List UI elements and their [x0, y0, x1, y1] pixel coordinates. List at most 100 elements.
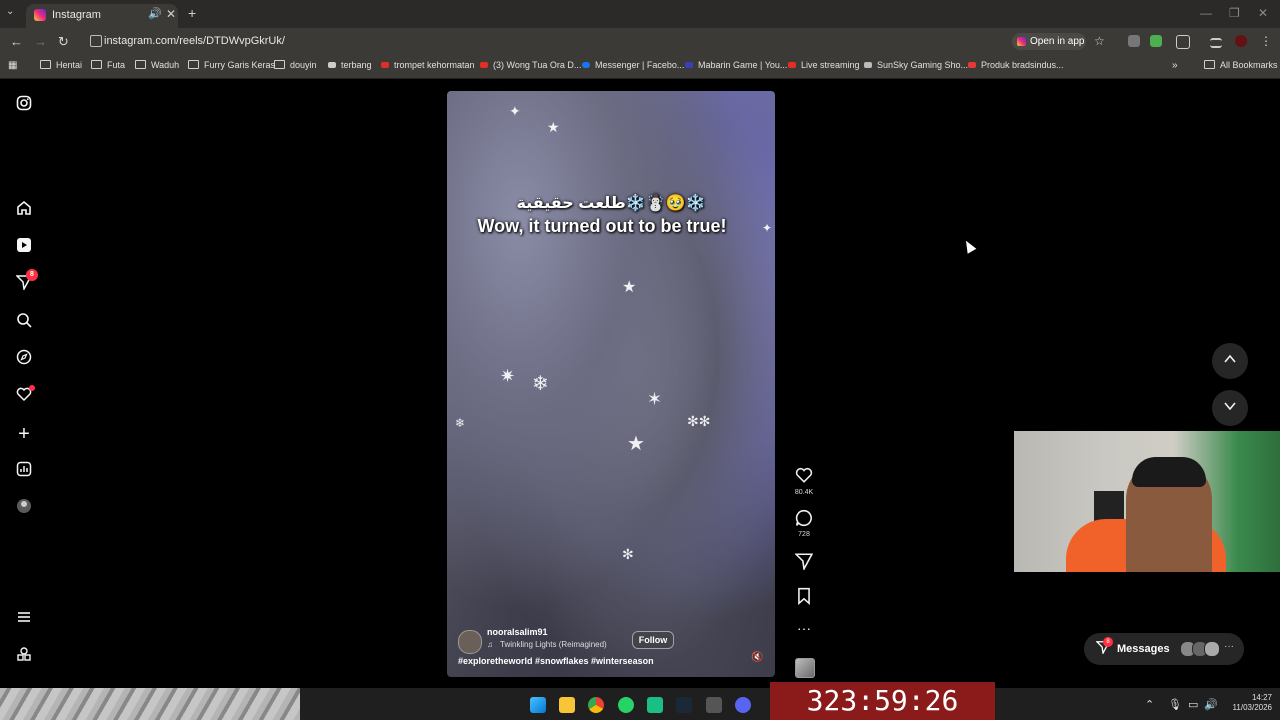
bookmark-star-icon[interactable]: ☆: [1094, 34, 1105, 48]
reload-button[interactable]: ↻: [58, 34, 69, 50]
clock-date: 11/03/2026: [1232, 703, 1272, 712]
url-text[interactable]: instagram.com/reels/DTDWvpGkrUk/: [104, 35, 285, 47]
explore-compass-icon[interactable]: [14, 349, 34, 369]
discord-icon[interactable]: [735, 697, 751, 713]
tab-audio-icon[interactable]: 🔊: [148, 7, 162, 20]
snowflake: ❄: [455, 416, 466, 430]
instagram-logo-icon[interactable]: [14, 95, 34, 115]
webcam-overlay: [1014, 431, 1280, 572]
direct-messages-icon[interactable]: 8: [14, 269, 38, 294]
bookmark-link[interactable]: terbang: [328, 60, 372, 70]
bookmark-folder[interactable]: Furry Garis Keras: [188, 60, 275, 70]
mouse-cursor: [961, 238, 977, 254]
mute-icon[interactable]: 🔇: [751, 652, 763, 663]
app-icon[interactable]: [706, 697, 722, 713]
share-icon[interactable]: [792, 552, 816, 574]
extensions-puzzle-icon[interactable]: [1176, 35, 1190, 49]
home-icon[interactable]: [14, 200, 34, 220]
bookmark-folder[interactable]: douyin: [274, 60, 317, 70]
profile-avatar-icon[interactable]: [14, 498, 34, 518]
back-button[interactable]: ←: [10, 34, 23, 49]
apps-grid-icon[interactable]: ▦: [8, 60, 17, 71]
bookmark-link[interactable]: Live streaming: [788, 60, 860, 70]
address-bar[interactable]: instagram.com/reels/DTDWvpGkrUk/: [86, 32, 1006, 52]
next-reel-button[interactable]: [1212, 390, 1248, 426]
conversation-avatar: [1204, 641, 1220, 657]
open-in-app-button[interactable]: Open in app: [1012, 33, 1086, 50]
song-title[interactable]: Twinkling Lights (Reimagined): [500, 640, 607, 649]
bookmark-link[interactable]: Produk bradsindus...: [968, 60, 1064, 70]
network-icon[interactable]: ▭: [1188, 698, 1198, 711]
dashboard-icon[interactable]: [14, 461, 34, 481]
whatsapp-icon[interactable]: [618, 697, 634, 713]
bookmark-folder[interactable]: Futa: [91, 60, 125, 70]
messages-badge: 8: [1103, 637, 1113, 647]
extension-icon[interactable]: [1150, 35, 1162, 47]
more-menu-icon[interactable]: [14, 609, 34, 629]
follow-button[interactable]: Follow: [632, 631, 674, 649]
steam-icon[interactable]: [676, 697, 692, 713]
bookmark-link[interactable]: trompet kehormatan: [381, 60, 475, 70]
caption-english: Wow, it turned out to be true!: [477, 216, 727, 236]
new-tab-button[interactable]: +: [188, 5, 196, 21]
comment-icon[interactable]: [792, 509, 816, 531]
reels-icon[interactable]: [14, 237, 34, 257]
site-info-icon[interactable]: [90, 35, 102, 47]
bookmark-link[interactable]: Messenger | Facebo...: [582, 60, 684, 70]
bookmark-link[interactable]: (3) Wong Tua Ora D...: [480, 60, 581, 70]
hashtags[interactable]: #exploretheworld #snowflakes #winterseas…: [458, 656, 654, 666]
author-username[interactable]: nooralsalim91: [487, 627, 548, 637]
snowflake: ★: [622, 279, 637, 296]
original-audio-thumbnail[interactable]: [795, 658, 815, 678]
more-bookmarks-icon[interactable]: »: [1172, 60, 1178, 71]
notifications-heart-icon[interactable]: [14, 385, 35, 406]
instagram-icon: [1017, 37, 1026, 46]
snowflake: ✻: [622, 546, 634, 562]
chrome-icon[interactable]: [588, 697, 604, 713]
window-close-button[interactable]: ✕: [1258, 6, 1268, 20]
bookmark-link[interactable]: SunSky Gaming Sho...: [864, 60, 968, 70]
browser-menu-icon[interactable]: ⋮: [1260, 34, 1272, 48]
messages-button[interactable]: 8 Messages ···: [1084, 633, 1244, 665]
taskbar-clock[interactable]: 14:27 11/03/2026: [1222, 693, 1272, 713]
app-icon[interactable]: [647, 697, 663, 713]
search-icon[interactable]: [14, 312, 34, 332]
notification-badge: 8: [26, 269, 38, 281]
also-from-meta-icon[interactable]: [14, 646, 34, 666]
snowflake: ✻✻: [687, 413, 711, 429]
tab-search-icon[interactable]: ⌄: [6, 6, 14, 17]
author-avatar[interactable]: [458, 630, 482, 654]
messages-label: Messages: [1117, 643, 1170, 655]
previous-reel-button[interactable]: [1212, 343, 1248, 379]
extension-icon[interactable]: [1128, 35, 1140, 47]
forward-button[interactable]: →: [34, 34, 47, 49]
tray-expand-icon[interactable]: ⌃: [1145, 698, 1154, 711]
volume-icon[interactable]: 🔊: [1204, 698, 1218, 711]
microphone-icon[interactable]: 🎙: [1168, 698, 1182, 711]
caption-arabic: طلعت حقيقية❄️☃️🥹❄️: [516, 195, 706, 212]
bookmark-folder[interactable]: Waduh: [135, 60, 179, 70]
minimize-button[interactable]: —: [1200, 6, 1212, 20]
snowflake: ✶: [647, 389, 663, 409]
tab-title: Instagram: [52, 9, 101, 21]
all-bookmarks-folder[interactable]: All Bookmarks: [1204, 60, 1278, 70]
more-options-icon[interactable]: ···: [792, 620, 816, 636]
more-conversations-icon: ···: [1224, 641, 1234, 652]
tab-close-icon[interactable]: ✕: [166, 7, 176, 21]
maximize-button[interactable]: ❐: [1229, 6, 1240, 20]
create-plus-icon[interactable]: +: [14, 424, 34, 444]
save-bookmark-icon[interactable]: [792, 587, 816, 609]
music-note-icon: ♫: [487, 640, 493, 649]
bookmark-link[interactable]: Mabarin Game | You...: [685, 60, 787, 70]
like-heart-icon[interactable]: [792, 466, 816, 488]
browser-tab[interactable]: Instagram 🔊 ✕: [26, 4, 178, 28]
snowflake: ✦: [509, 103, 521, 119]
bookmarks-bar: ▦ Hentai Futa Waduh Furry Garis Keras do…: [0, 56, 1280, 79]
profile-avatar[interactable]: [1235, 35, 1247, 47]
reel-video[interactable]: ✦ ★ ★ ✷ ❄ ✶ ✻✻ ★ ❄ ✻ ✦ طلعت حقيقية❄️☃️🥹❄…: [447, 91, 775, 677]
file-explorer-icon[interactable]: [559, 697, 575, 713]
bookmark-folder[interactable]: Hentai: [40, 60, 82, 70]
stream-timer: 323:59:26: [770, 682, 995, 720]
windows-start-icon[interactable]: [530, 697, 546, 713]
media-controls-icon[interactable]: [1210, 38, 1222, 48]
